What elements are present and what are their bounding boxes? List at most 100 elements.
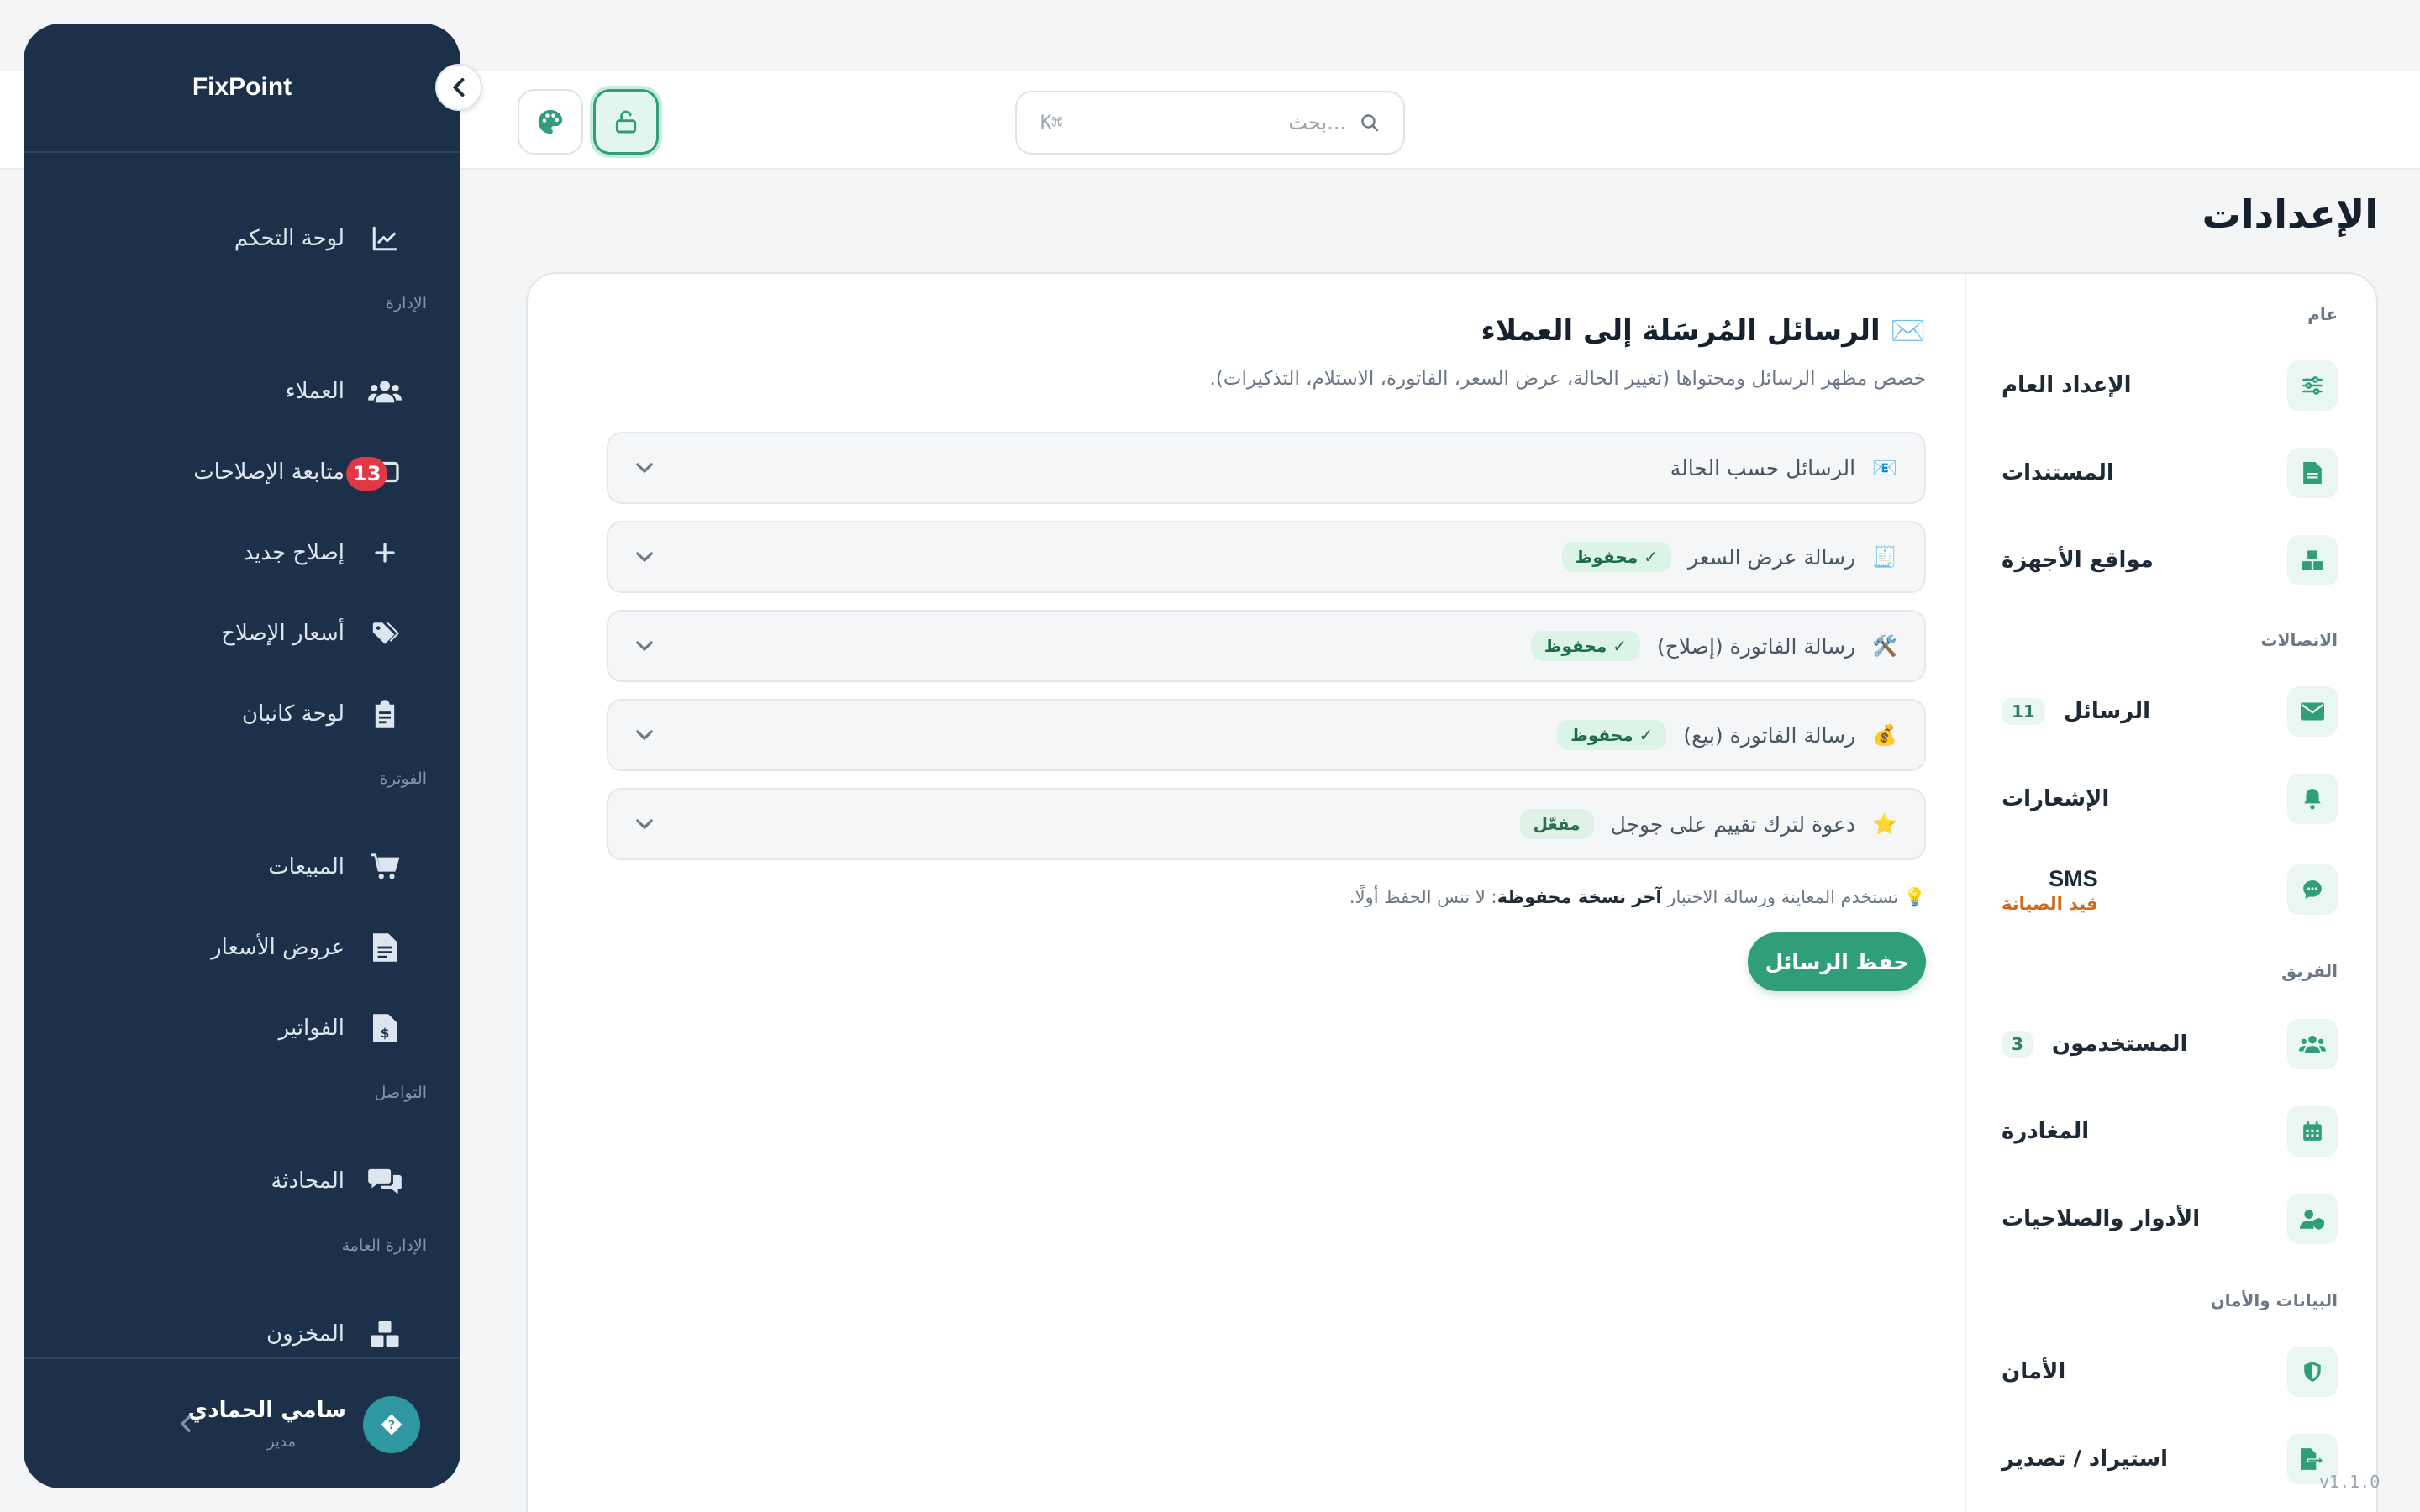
accordion-invoice-sale-message[interactable]: 💰 رسالة الفاتورة (بيع) ✓ محفوظ [607,699,1926,771]
sms-icon [2287,864,2338,915]
sms-maintenance-status: قيد الصيانة [2002,893,2098,914]
settings-card: عام الإعداد العام المستندات مواقع الأجهز… [526,272,2378,1512]
page-title: الإعدادات [2202,192,2378,237]
file-lines-icon [368,931,402,964]
chevron-left-icon [450,77,467,97]
cart-icon [368,850,402,884]
envelope-icon [2287,686,2338,737]
sidebar-item-chat[interactable]: المحادثة [271,1156,402,1206]
chevron-down-icon [635,818,654,830]
sliders-icon [2287,360,2338,411]
search-shortcut: K⌘ [1040,112,1063,134]
sidebar-item-repair-prices[interactable]: أسعار الإصلاح [221,608,402,659]
accordion-status-messages[interactable]: 📧 الرسائل حسب الحالة [607,432,1926,504]
user-shield-icon [2287,1194,2338,1244]
users-icon [2287,1019,2338,1069]
boxes-icon [2287,535,2338,585]
star-emoji: ⭐ [1872,812,1897,836]
sidebar-item-sales[interactable]: المبيعات [268,842,402,892]
svg-text:?: ? [388,1419,395,1432]
sidebar-item-dashboard[interactable]: لوحة التحكم [234,213,402,264]
saved-badge: ✓ محفوظ [1561,542,1671,572]
messages-count: 11 [2002,698,2045,725]
boxes-icon [368,1317,402,1351]
settings-item-notifications[interactable]: الإشعارات [2002,773,2338,825]
users-icon [368,375,402,408]
clipboard-icon [368,697,402,731]
settings-item-general-setup[interactable]: الإعداد العام [2002,360,2338,412]
sidebar-section-billing: الفوترة [379,769,427,788]
brand-logo: FixPoint [24,24,460,153]
chevron-left-icon [178,1415,193,1433]
sidebar-item-customers[interactable]: العملاء [286,366,402,417]
settings-section-general: عام [2307,304,2338,324]
sidebar: FixPoint لوحة التحكم الإدارة العملاء 13 … [24,24,460,1488]
envelope-emoji: ✉️ [1890,314,1926,348]
sidebar-section-general-admin: الإدارة العامة [341,1236,427,1255]
section-title: ✉️ الرسائل المُرسَلة إلى العملاء [1481,314,1926,348]
chart-line-icon [368,222,402,255]
sidebar-item-quotes[interactable]: عروض الأسعار [211,922,402,973]
user-name: سامي الحمادي [187,1398,346,1423]
mail-emoji: 📧 [1872,456,1897,480]
user-role: مدير [266,1433,296,1451]
sidebar-item-inventory[interactable]: المخزون [266,1309,402,1359]
chevron-down-icon [635,640,654,652]
theme-palette-button[interactable] [518,89,583,155]
messages-settings-panel: ✉️ الرسائل المُرسَلة إلى العملاء خصص مظه… [528,274,1966,1512]
settings-item-device-locations[interactable]: مواقع الأجهزة [2002,534,2338,586]
users-count: 3 [2002,1031,2033,1058]
sidebar-item-new-repair[interactable]: إصلاح جديد [244,528,402,578]
chevron-down-icon [635,462,654,474]
settings-item-users[interactable]: المستخدمون 3 [2002,1018,2338,1070]
settings-item-sms[interactable]: SMS قيد الصيانة [2002,864,2338,916]
palette-icon [536,108,565,136]
repairs-count-badge: 13 [346,457,388,491]
accordion-invoice-repair-message[interactable]: 🛠️ رسالة الفاتورة (إصلاح) ✓ محفوظ [607,610,1926,682]
receipt-emoji: 🧾 [1872,545,1897,569]
money-bag-emoji: 💰 [1872,723,1897,747]
settings-item-security[interactable]: الأمان [2002,1346,2338,1398]
settings-item-leave[interactable]: المغادرة [2002,1105,2338,1158]
search-placeholder: بحث... [1288,111,1346,134]
search-icon [1360,113,1380,133]
lock-toggle-button[interactable] [593,89,659,155]
invoice-dollar-icon: $ [368,1011,402,1045]
calendar-icon [2287,1106,2338,1157]
save-messages-button[interactable]: حفظ الرسائل [1748,932,1926,991]
chevron-down-icon [635,729,654,741]
chevron-down-icon [635,551,654,563]
settings-section-communications: الاتصالات [2260,630,2338,650]
svg-text:$: $ [381,1026,390,1041]
enabled-badge: مفعّل [1519,809,1594,839]
app-version: v1.1.0 [2319,1472,2381,1492]
settings-item-messages[interactable]: الرسائل 11 [2002,685,2338,738]
avatar: ? [363,1396,420,1453]
sidebar-section-management: الإدارة [386,294,427,312]
user-profile[interactable]: ? سامي الحمادي مدير [24,1357,460,1488]
accordion-google-review-invite[interactable]: ⭐ دعوة لترك تقييم على جوجل مفعّل [607,788,1926,860]
sidebar-item-invoices[interactable]: $ الفواتير [279,1003,402,1053]
sidebar-item-repairs-tracking[interactable]: 13 متابعة الإصلاحات [193,447,402,497]
ticket-icon: 13 [346,455,402,491]
sidebar-item-kanban[interactable]: لوحة كانبان [242,689,402,739]
saved-badge: ✓ محفوظ [1530,631,1640,661]
settings-nav: عام الإعداد العام المستندات مواقع الأجهز… [1965,274,2376,1512]
file-icon [2287,448,2338,498]
tools-emoji: 🛠️ [1872,634,1897,658]
sidebar-collapse-button[interactable] [435,64,482,111]
comments-icon [368,1164,402,1198]
settings-section-team: الفريق [2281,961,2338,981]
settings-section-data-security: البيانات والأمان [2210,1290,2338,1310]
search-input[interactable]: K⌘ بحث... [1015,91,1405,155]
sidebar-section-communication: التواصل [374,1084,427,1102]
settings-item-roles-permissions[interactable]: الأدوار والصلاحيات [2002,1193,2338,1245]
settings-item-import-export[interactable]: استيراد / تصدير [2002,1433,2338,1485]
bell-icon [2287,774,2338,824]
shield-icon [2287,1347,2338,1397]
unlock-icon [613,108,639,135]
tags-icon [368,617,402,650]
accordion-quote-message[interactable]: 🧾 رسالة عرض السعر ✓ محفوظ [607,521,1926,593]
save-hint: 💡 تستخدم المعاينة ورسالة الاختبار آخر نس… [1349,887,1926,907]
settings-item-documents[interactable]: المستندات [2002,447,2338,499]
